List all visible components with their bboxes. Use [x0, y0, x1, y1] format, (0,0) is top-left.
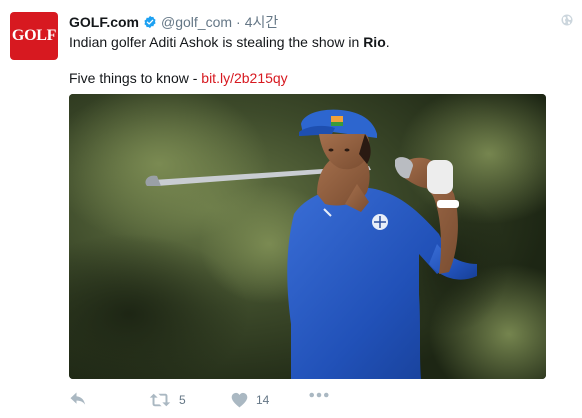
article-link[interactable]: bit.ly/2b215qy: [201, 70, 287, 86]
avatar[interactable]: GOLF: [10, 12, 58, 60]
reply-icon: [70, 392, 86, 405]
reply-button[interactable]: [69, 391, 87, 409]
like-button[interactable]: 14: [231, 392, 269, 408]
separator-dot: ·: [236, 14, 241, 30]
timestamp[interactable]: 4시간: [245, 12, 279, 32]
verified-badge-icon: [144, 15, 156, 29]
avatar-logo-text: GOLF: [11, 27, 57, 44]
five-things-text: Five things to know -: [69, 70, 202, 86]
tweet-text-part-1: Indian golfer Aditi Ashok is stealing th…: [69, 34, 364, 50]
tweet-text-part-2: .: [385, 34, 390, 50]
tweet-text-line-1: Indian golfer Aditi Ashok is stealing th…: [69, 33, 569, 51]
golfer-photo-image: [69, 94, 546, 379]
tweet-photo[interactable]: [69, 94, 546, 379]
heart-icon: [231, 392, 248, 408]
more-button[interactable]: [309, 392, 329, 398]
retweet-icon: [149, 393, 171, 407]
tweet-text: Indian golfer Aditi Ashok is stealing th…: [69, 33, 569, 87]
hashtag-like-bold-rio[interactable]: Rio: [363, 34, 386, 50]
retweet-count: 5: [179, 393, 186, 407]
more-icon: [309, 392, 329, 398]
handle[interactable]: @golf_com: [161, 14, 232, 30]
globe-icon[interactable]: [561, 14, 573, 26]
tweet-actions: 5 14: [69, 388, 329, 412]
tweet-header: GOLF.com @golf_com · 4시간: [69, 12, 278, 32]
display-name[interactable]: GOLF.com: [69, 14, 139, 30]
tweet-text-line-2: Five things to know - bit.ly/2b215qy: [69, 69, 569, 87]
retweet-button[interactable]: 5: [149, 392, 186, 408]
tweet-card: GOLF GOLF.com @golf_com · 4시간 Indian gol…: [0, 0, 582, 418]
like-count: 14: [256, 393, 270, 407]
